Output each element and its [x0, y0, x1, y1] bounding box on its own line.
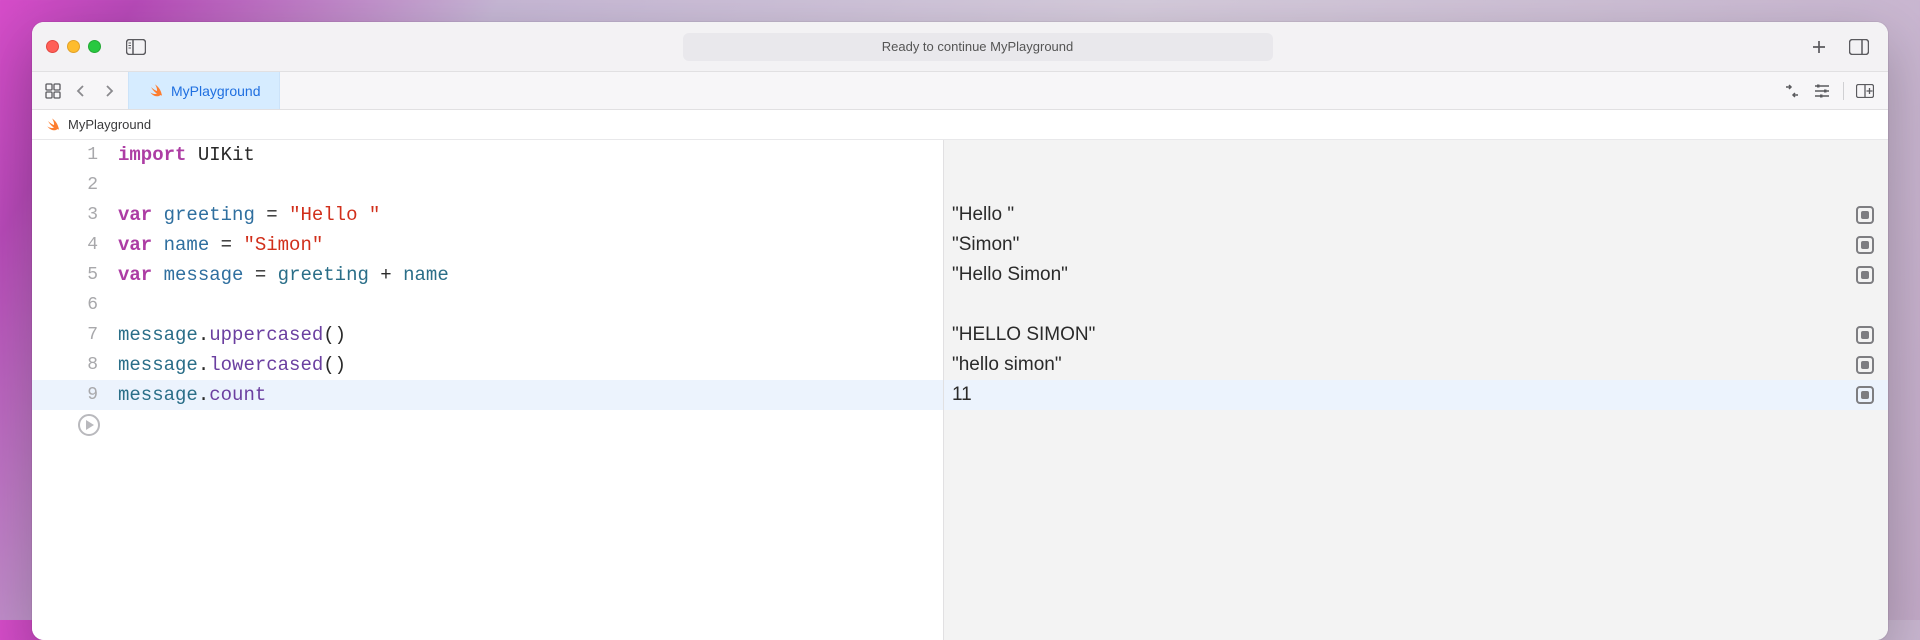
- code-line[interactable]: 5var message = greeting + name: [32, 260, 943, 290]
- close-window-button[interactable]: [46, 40, 59, 53]
- code-line[interactable]: 2: [32, 170, 943, 200]
- code-content[interactable]: message.lowercased(): [118, 350, 346, 380]
- code-line[interactable]: 4var name = "Simon": [32, 230, 943, 260]
- code-line[interactable]: 9message.count: [32, 380, 943, 410]
- swift-file-icon: [147, 83, 163, 99]
- result-line: "Hello ": [944, 200, 1888, 230]
- line-number: 9: [32, 380, 118, 410]
- line-number: 6: [32, 290, 118, 320]
- result-value: 11: [952, 384, 972, 406]
- line-number: 3: [32, 200, 118, 230]
- result-line: [944, 170, 1888, 200]
- related-items-button[interactable]: [40, 78, 66, 104]
- result-value: "Simon": [952, 234, 1019, 256]
- run-playground-button[interactable]: [78, 414, 100, 436]
- line-number: 4: [32, 230, 118, 260]
- result-line: 11: [944, 380, 1888, 410]
- code-editor[interactable]: 1import UIKit23var greeting = "Hello "4v…: [32, 140, 944, 640]
- code-content[interactable]: var message = greeting + name: [118, 260, 449, 290]
- nav-forward-button[interactable]: [96, 78, 122, 104]
- code-content[interactable]: import UIKit: [118, 140, 255, 170]
- code-line[interactable]: 3var greeting = "Hello ": [32, 200, 943, 230]
- separator: [1843, 82, 1844, 100]
- minimize-window-button[interactable]: [67, 40, 80, 53]
- tab-label: MyPlayground: [171, 83, 261, 99]
- result-value: "HELLO SIMON": [952, 324, 1095, 346]
- code-content[interactable]: message.count: [118, 380, 266, 410]
- result-line: "hello simon": [944, 350, 1888, 380]
- quicklook-button[interactable]: [1856, 356, 1874, 374]
- code-content[interactable]: var name = "Simon": [118, 230, 323, 260]
- line-number: 5: [32, 260, 118, 290]
- breadcrumb-file: MyPlayground: [68, 117, 151, 132]
- line-number: 2: [32, 170, 118, 200]
- tab-strip: MyPlayground: [32, 72, 1888, 110]
- quicklook-button[interactable]: [1856, 236, 1874, 254]
- toggle-right-sidebar-button[interactable]: [1844, 32, 1874, 62]
- swift-file-icon: [44, 117, 60, 133]
- editor-options-button[interactable]: [1779, 78, 1805, 104]
- result-line: "Simon": [944, 230, 1888, 260]
- editor-area: 1import UIKit23var greeting = "Hello "4v…: [32, 140, 1888, 640]
- code-line[interactable]: 1import UIKit: [32, 140, 943, 170]
- activity-status-text: Ready to continue MyPlayground: [882, 39, 1074, 54]
- adjust-editor-button[interactable]: [1809, 78, 1835, 104]
- tab-myplayground[interactable]: MyPlayground: [128, 72, 280, 109]
- quicklook-button[interactable]: [1856, 326, 1874, 344]
- jump-bar[interactable]: MyPlayground: [32, 110, 1888, 140]
- quicklook-button[interactable]: [1856, 386, 1874, 404]
- result-line: "HELLO SIMON": [944, 320, 1888, 350]
- toggle-left-sidebar-button[interactable]: [121, 32, 151, 62]
- code-line[interactable]: 6: [32, 290, 943, 320]
- code-content[interactable]: var greeting = "Hello ": [118, 200, 380, 230]
- xcode-window: Ready to continue MyPlayground My: [32, 22, 1888, 640]
- window-controls: [46, 40, 101, 53]
- quicklook-button[interactable]: [1856, 206, 1874, 224]
- add-editor-button[interactable]: [1852, 78, 1878, 104]
- result-line: "Hello Simon": [944, 260, 1888, 290]
- result-value: "Hello Simon": [952, 264, 1068, 286]
- line-number: 8: [32, 350, 118, 380]
- nav-back-button[interactable]: [68, 78, 94, 104]
- result-value: "hello simon": [952, 354, 1062, 376]
- result-value: "Hello ": [952, 204, 1014, 226]
- results-sidebar: "Hello " "Simon" "Hello Simon" "HELLO SIMON…: [944, 140, 1888, 640]
- code-content[interactable]: message.uppercased(): [118, 320, 346, 350]
- result-line: [944, 290, 1888, 320]
- line-number: 1: [32, 140, 118, 170]
- code-line[interactable]: 8message.lowercased(): [32, 350, 943, 380]
- activity-status: Ready to continue MyPlayground: [683, 33, 1273, 61]
- code-line[interactable]: 7message.uppercased(): [32, 320, 943, 350]
- add-button[interactable]: [1804, 32, 1834, 62]
- titlebar: Ready to continue MyPlayground: [32, 22, 1888, 72]
- line-number: 7: [32, 320, 118, 350]
- result-line: [944, 140, 1888, 170]
- zoom-window-button[interactable]: [88, 40, 101, 53]
- quicklook-button[interactable]: [1856, 266, 1874, 284]
